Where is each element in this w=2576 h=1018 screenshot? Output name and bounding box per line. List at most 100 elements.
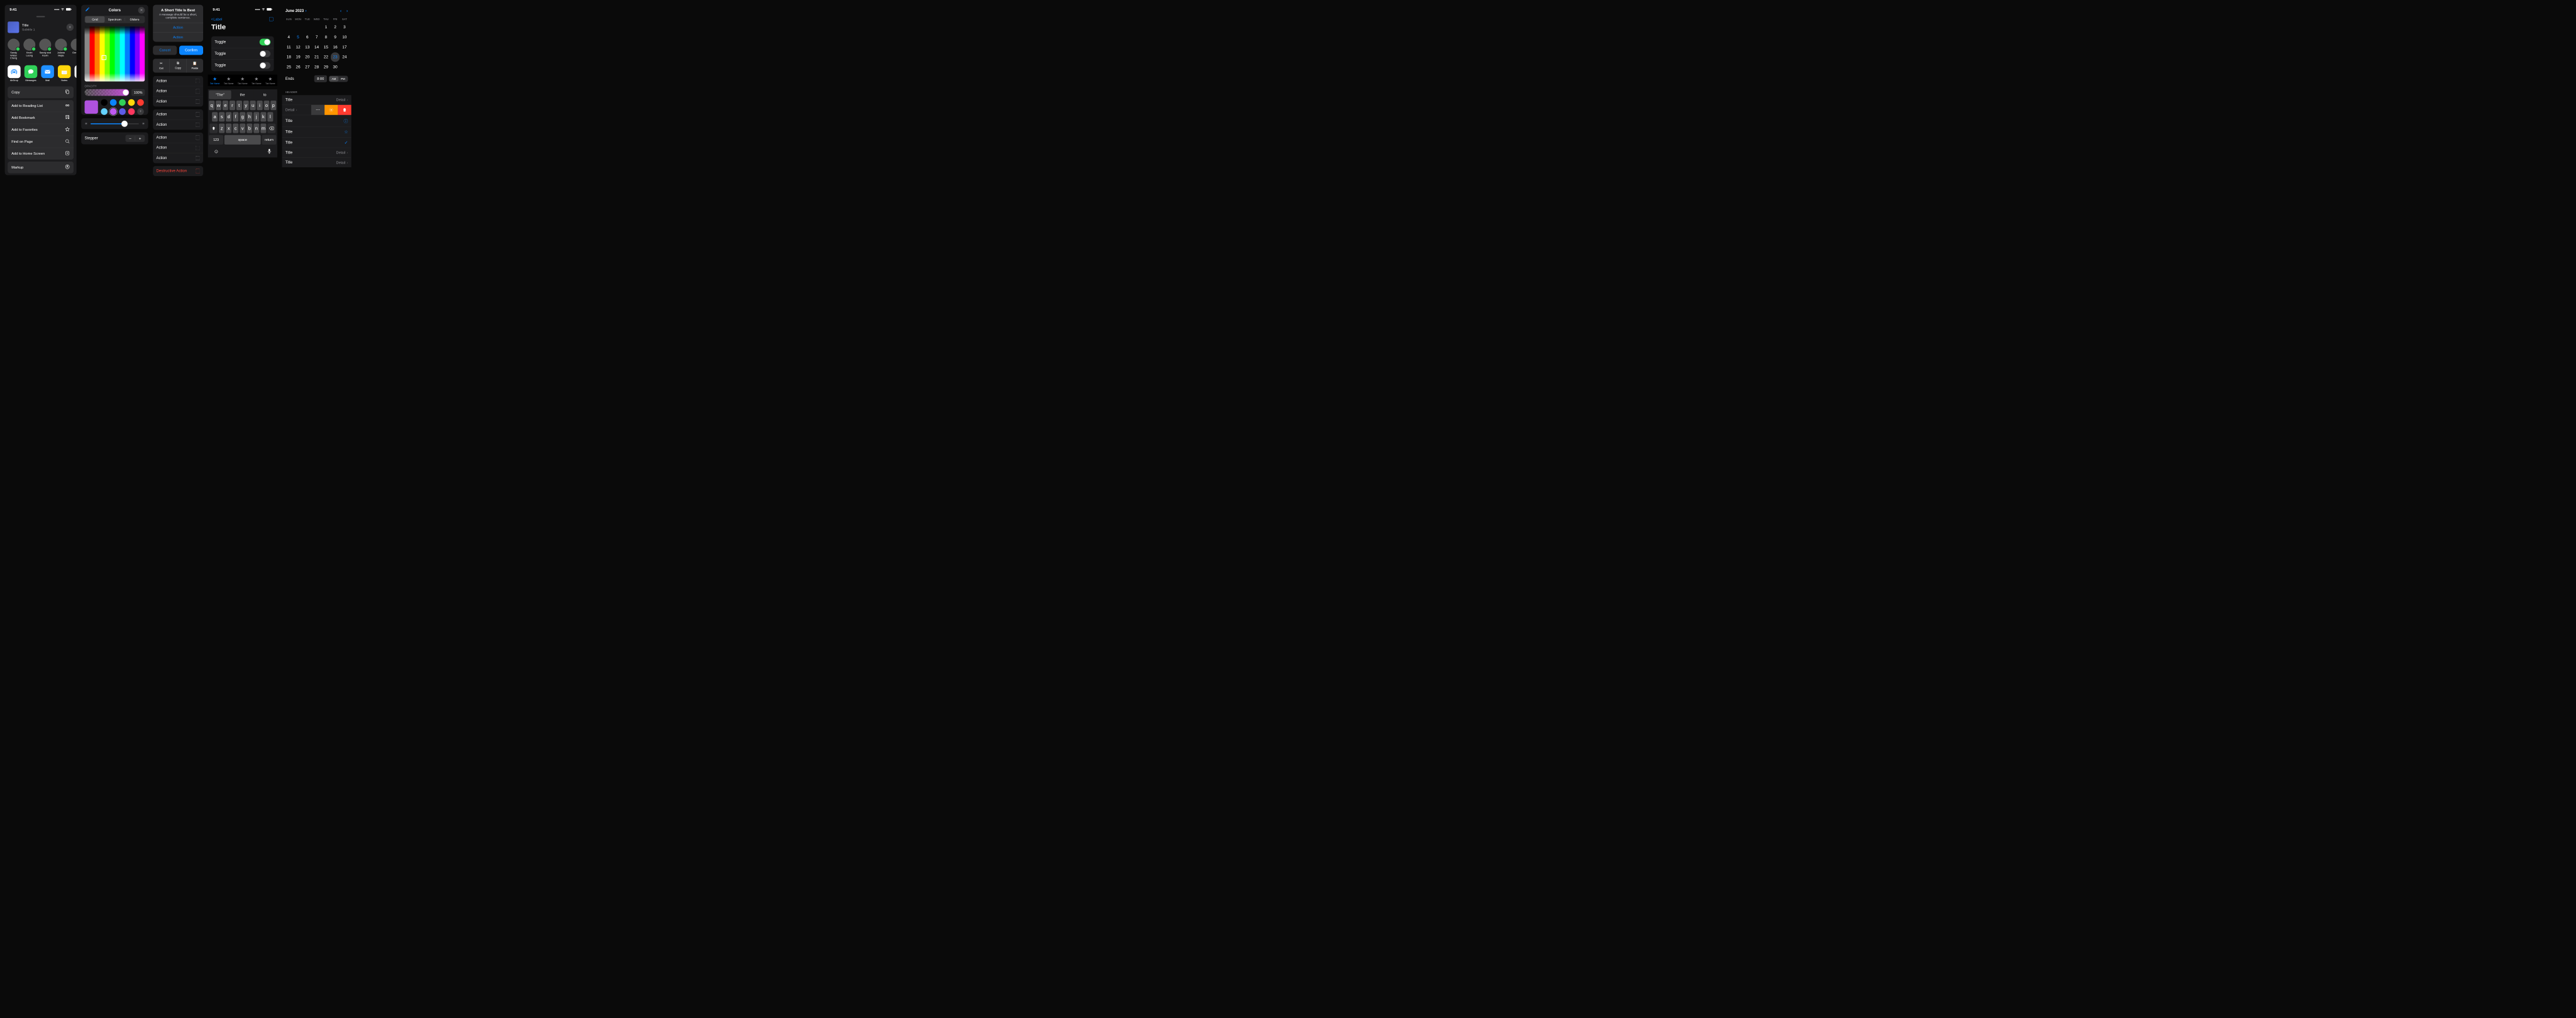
- calendar-day[interactable]: 28: [312, 62, 321, 72]
- add-swatch-button[interactable]: +: [137, 108, 144, 115]
- color-swatch[interactable]: [110, 99, 117, 106]
- tab-item[interactable]: ★Tab Name: [264, 76, 277, 85]
- eyedropper-icon[interactable]: [85, 7, 90, 14]
- calendar-day[interactable]: 19: [294, 52, 303, 62]
- share-person[interactable]: Juliana Mejia: [55, 39, 67, 60]
- key-l[interactable]: l: [267, 112, 273, 121]
- stepper-plus[interactable]: +: [135, 135, 145, 141]
- markup-action[interactable]: Markup: [8, 162, 74, 174]
- back-button[interactable]: ‹Label: [211, 16, 222, 22]
- calendar-day[interactable]: 22: [321, 52, 330, 62]
- calendar-day[interactable]: 23: [331, 52, 340, 62]
- key-space[interactable]: space: [225, 135, 261, 145]
- calendar-day[interactable]: 2: [331, 22, 340, 31]
- tab-item[interactable]: ★Tab Name: [222, 76, 236, 85]
- star-icon[interactable]: ☆: [344, 130, 348, 135]
- table-row[interactable]: TitleDetail›: [282, 148, 351, 158]
- key-m[interactable]: m: [260, 123, 266, 133]
- toggle-switch[interactable]: [260, 50, 270, 57]
- share-action[interactable]: Add to Home Screen: [8, 148, 74, 160]
- nav-action-icon[interactable]: [269, 16, 274, 23]
- calendar-day[interactable]: 30: [331, 62, 340, 72]
- paste-button[interactable]: 📋Paste: [187, 58, 203, 72]
- calendar-day[interactable]: 10: [340, 32, 349, 41]
- calendar-day[interactable]: 3: [340, 22, 349, 31]
- toggle-switch[interactable]: [260, 62, 270, 69]
- month-selector[interactable]: June 2023›: [286, 9, 307, 13]
- key-w[interactable]: w: [216, 101, 221, 110]
- key-z[interactable]: z: [219, 123, 225, 133]
- calendar-day[interactable]: 5: [294, 32, 303, 41]
- color-swatch[interactable]: [101, 108, 108, 115]
- color-swatch[interactable]: [119, 108, 126, 115]
- calendar-day[interactable]: 24: [340, 52, 349, 62]
- calendar-day[interactable]: 27: [303, 62, 312, 72]
- action-item[interactable]: Action: [153, 133, 203, 143]
- table-row-swipe[interactable]: Detail› ⋯: [282, 105, 351, 115]
- calendar-day[interactable]: 25: [284, 62, 293, 72]
- share-action[interactable]: Add to Reading List: [8, 100, 74, 112]
- am-button[interactable]: AM: [330, 76, 338, 81]
- action-item[interactable]: Action: [153, 143, 203, 153]
- cut-button[interactable]: ✂Cut: [153, 58, 170, 72]
- toggle-switch[interactable]: [260, 39, 270, 46]
- share-app[interactable]: Remin: [75, 65, 77, 82]
- cancel-button[interactable]: Cancel: [153, 46, 177, 55]
- key-b[interactable]: b: [247, 123, 252, 133]
- key-backspace[interactable]: [267, 123, 275, 133]
- table-row[interactable]: Title Detail›: [282, 95, 351, 105]
- color-swatch[interactable]: [137, 99, 144, 106]
- share-person[interactable]: Greg Ap: [70, 39, 76, 60]
- time-picker[interactable]: 8:00: [314, 75, 327, 82]
- copy-action[interactable]: Copy: [8, 87, 74, 99]
- alert-action-1[interactable]: Action: [153, 23, 203, 32]
- share-person[interactable]: Sandy and Kevin: [39, 39, 51, 60]
- suggestion-2[interactable]: the: [231, 91, 254, 99]
- tab-item[interactable]: ★Tab Name: [208, 76, 222, 85]
- share-person[interactable]: Sandy Wilder Cheng: [8, 39, 19, 60]
- action-item[interactable]: Action: [153, 119, 203, 130]
- close-button[interactable]: ✕: [138, 7, 145, 14]
- key-d[interactable]: d: [226, 112, 231, 121]
- action-item[interactable]: Action: [153, 76, 203, 86]
- pm-button[interactable]: PM: [338, 76, 347, 81]
- tab-item[interactable]: ★Tab Name: [236, 76, 250, 85]
- share-app[interactable]: Mail: [41, 65, 54, 82]
- settings-button[interactable]: [325, 105, 338, 115]
- calendar-day[interactable]: 26: [294, 62, 303, 72]
- color-swatch[interactable]: [119, 99, 126, 106]
- action-item[interactable]: Action: [153, 109, 203, 119]
- calendar-day[interactable]: 29: [321, 62, 330, 72]
- key-t[interactable]: t: [236, 101, 242, 110]
- share-app[interactable]: AirDrop: [8, 65, 21, 82]
- color-grid[interactable]: [85, 26, 145, 81]
- key-x[interactable]: x: [226, 123, 231, 133]
- table-row[interactable]: Title☆: [282, 127, 351, 138]
- brightness-slider[interactable]: [91, 123, 139, 124]
- key-u[interactable]: u: [250, 101, 256, 110]
- confirm-button[interactable]: Confirm: [179, 46, 203, 55]
- tab-spectrum[interactable]: Spectrum: [105, 16, 125, 23]
- key-a[interactable]: a: [212, 112, 218, 121]
- key-g[interactable]: g: [240, 112, 245, 121]
- more-button[interactable]: ⋯: [311, 105, 325, 115]
- color-swatch[interactable]: [128, 99, 135, 106]
- sheet-handle[interactable]: [36, 16, 45, 17]
- table-row[interactable]: Titleⓘ: [282, 115, 351, 127]
- calendar-day[interactable]: 8: [321, 32, 330, 41]
- suggestion-1[interactable]: “The”: [209, 91, 231, 99]
- key-c[interactable]: c: [233, 123, 238, 133]
- key-y[interactable]: y: [243, 101, 249, 110]
- key-k[interactable]: k: [260, 112, 266, 121]
- calendar-day[interactable]: 15: [321, 42, 330, 52]
- calendar-day[interactable]: 9: [331, 32, 340, 41]
- calendar-day[interactable]: 20: [303, 52, 312, 62]
- share-action[interactable]: Find on Page: [8, 136, 74, 148]
- key-v[interactable]: v: [240, 123, 245, 133]
- close-button[interactable]: ✕: [67, 24, 74, 31]
- share-person[interactable]: Kevin Leong: [23, 39, 35, 60]
- key-s[interactable]: s: [219, 112, 225, 121]
- key-123[interactable]: 123: [209, 135, 223, 145]
- action-item[interactable]: Action: [153, 153, 203, 163]
- table-row[interactable]: Title✓: [282, 138, 351, 148]
